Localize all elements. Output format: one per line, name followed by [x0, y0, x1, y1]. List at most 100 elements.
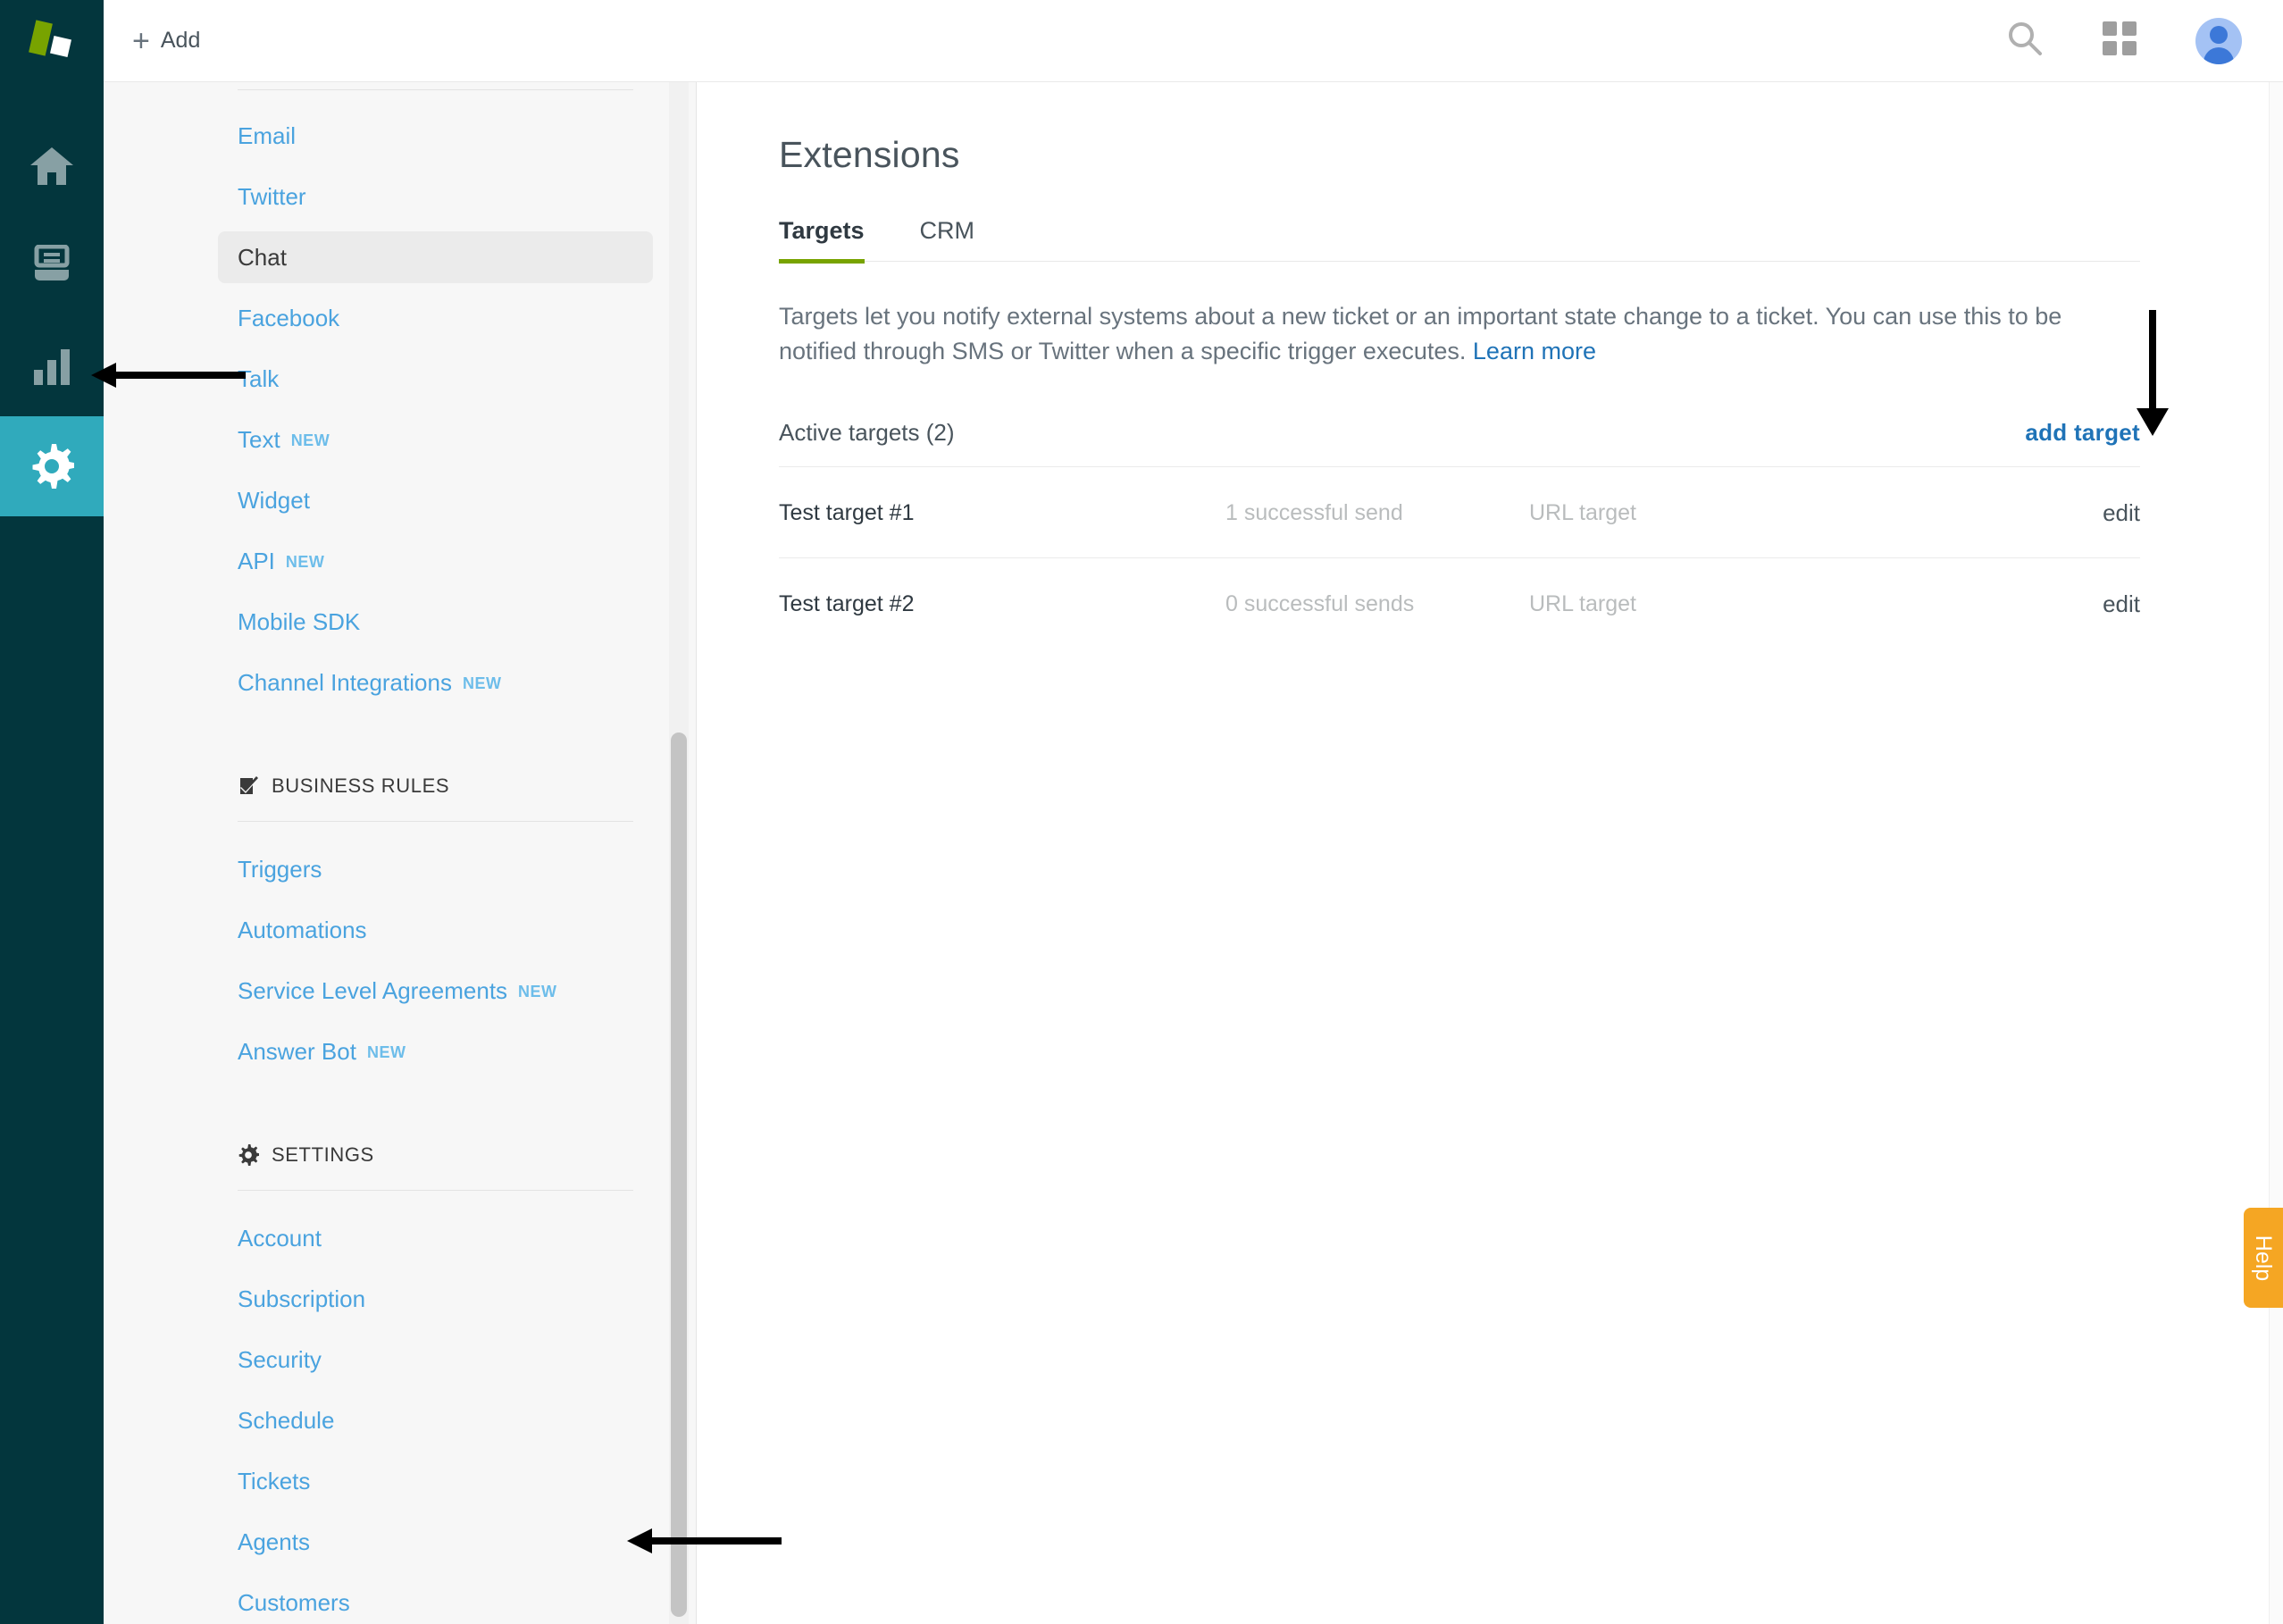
- sidebar-item-label: Channel Integrations: [238, 669, 452, 696]
- admin-gear-icon: [29, 444, 74, 489]
- target-sends: 0 successful sends: [1225, 558, 1529, 649]
- sidebar-item-label: Mobile SDK: [238, 608, 360, 635]
- description-text: Targets let you notify external systems …: [779, 303, 2061, 364]
- sidebar-item-label: Facebook: [238, 305, 339, 331]
- settings-divider: [238, 1190, 633, 1191]
- sidebar-item-customers[interactable]: Customers: [218, 1577, 653, 1624]
- sidebar-item-widget[interactable]: Widget: [218, 474, 653, 526]
- sidebar-item-chat[interactable]: Chat: [218, 231, 653, 283]
- brand-logo[interactable]: [0, 0, 104, 82]
- sidebar-scrollbar-thumb[interactable]: [671, 732, 687, 1617]
- active-targets-count: Active targets (2): [779, 419, 955, 447]
- settings-list: Account Subscription Security Schedule T…: [238, 1212, 633, 1624]
- sidebar-item-label: Widget: [238, 487, 310, 514]
- page-scrollbar[interactable]: [2269, 82, 2283, 1624]
- edit-link[interactable]: edit: [2103, 499, 2140, 526]
- section-header-label: BUSINESS RULES: [272, 774, 449, 798]
- tab-crm[interactable]: CRM: [920, 217, 975, 264]
- section-header-business-rules: BUSINESS RULES: [238, 774, 633, 798]
- sidebar-item-schedule[interactable]: Schedule: [218, 1394, 653, 1446]
- sidebar-item-label: Agents: [238, 1528, 310, 1555]
- sidebar-item-label: Automations: [238, 917, 367, 943]
- channels-list: Email Twitter Chat Facebook Talk TextNEW…: [238, 110, 633, 708]
- target-edit-cell: edit: [1982, 467, 2140, 558]
- sidebar-item-security[interactable]: Security: [218, 1334, 653, 1385]
- user-avatar[interactable]: [2195, 18, 2242, 64]
- sidebar-item-label: Answer Bot: [238, 1038, 356, 1065]
- top-bar-actions: [2006, 18, 2242, 64]
- target-sends: 1 successful send: [1225, 467, 1529, 558]
- table-row[interactable]: Test target #2 0 successful sends URL ta…: [779, 558, 2140, 649]
- sidebar-item-triggers[interactable]: Triggers: [218, 843, 653, 895]
- plus-icon: +: [132, 26, 150, 56]
- search-icon[interactable]: [2006, 20, 2044, 62]
- sidebar-item-label: Customers: [238, 1589, 350, 1616]
- add-target-link[interactable]: add target: [2025, 419, 2140, 447]
- learn-more-link[interactable]: Learn more: [1473, 338, 1596, 364]
- gear-icon: [238, 1144, 259, 1166]
- rail-item-home[interactable]: [0, 116, 104, 216]
- sidebar-item-label: Schedule: [238, 1407, 334, 1434]
- badge-new: NEW: [291, 431, 330, 449]
- sidebar-item-label: Talk: [238, 365, 279, 392]
- rail-item-views[interactable]: [0, 216, 104, 316]
- section-header-label: SETTINGS: [272, 1143, 374, 1167]
- tab-bar: Targets CRM: [779, 217, 2140, 262]
- sidebar-item-label: Tickets: [238, 1468, 310, 1494]
- sidebar-item-api[interactable]: APINEW: [218, 535, 653, 587]
- add-button[interactable]: + Add: [132, 26, 200, 56]
- help-label: Help: [2251, 1235, 2277, 1280]
- target-edit-cell: edit: [1982, 558, 2140, 649]
- add-button-label: Add: [161, 28, 200, 54]
- reporting-icon: [30, 347, 73, 386]
- sidebar-item-subscription[interactable]: Subscription: [218, 1273, 653, 1325]
- badge-new: NEW: [286, 553, 325, 571]
- rail-item-list: [0, 82, 104, 516]
- target-type: URL target: [1529, 467, 1982, 558]
- help-tab-button[interactable]: Help: [2244, 1208, 2283, 1308]
- sidebar-item-mobile-sdk[interactable]: Mobile SDK: [218, 596, 653, 648]
- table-row[interactable]: Test target #1 1 successful send URL tar…: [779, 467, 2140, 558]
- sidebar-item-email[interactable]: Email: [218, 110, 653, 162]
- sidebar-item-slas[interactable]: Service Level AgreementsNEW: [218, 965, 653, 1017]
- business-rules-divider: [238, 821, 633, 822]
- sidebar-item-facebook[interactable]: Facebook: [218, 292, 653, 344]
- sidebar-item-automations[interactable]: Automations: [218, 904, 653, 956]
- check-square-icon: [238, 775, 259, 797]
- sidebar-item-agents[interactable]: Agents: [218, 1516, 653, 1568]
- badge-new: NEW: [367, 1043, 406, 1061]
- sidebar-item-label: Security: [238, 1346, 322, 1373]
- home-icon: [29, 146, 75, 187]
- rail-item-admin[interactable]: [0, 416, 104, 516]
- section-header-settings: SETTINGS: [238, 1143, 633, 1167]
- sidebar-item-label: Subscription: [238, 1285, 365, 1312]
- sidebar-item-label: Email: [238, 122, 296, 149]
- tab-targets[interactable]: Targets: [779, 217, 865, 264]
- sidebar-item-answer-bot[interactable]: Answer Bot NEW: [218, 1025, 653, 1077]
- rail-item-reporting[interactable]: [0, 316, 104, 416]
- sidebar-item-label: Triggers: [238, 856, 322, 883]
- sidebar-item-label: Chat: [238, 244, 287, 271]
- sidebar-item-twitter[interactable]: Twitter: [218, 171, 653, 222]
- target-type: URL target: [1529, 558, 1982, 649]
- sidebar-item-talk[interactable]: Talk: [218, 353, 653, 405]
- targets-table: Test target #1 1 successful send URL tar…: [779, 466, 2140, 649]
- settings-sidebar: Email Twitter Chat Facebook Talk TextNEW…: [104, 0, 697, 1624]
- sidebar-item-account[interactable]: Account: [218, 1212, 653, 1264]
- zendesk-logo-icon: [29, 21, 75, 61]
- app-root: Email Twitter Chat Facebook Talk TextNEW…: [0, 0, 2283, 1624]
- sidebar-item-label: Account: [238, 1225, 322, 1251]
- sidebar-item-channel-integrations[interactable]: Channel Integrations NEW: [218, 657, 653, 708]
- settings-sidebar-scroll[interactable]: Email Twitter Chat Facebook Talk TextNEW…: [104, 82, 696, 1624]
- target-name: Test target #2: [779, 558, 1225, 649]
- sidebar-item-tickets[interactable]: Tickets: [218, 1455, 653, 1507]
- page-title: Extensions: [779, 134, 2140, 176]
- apps-grid-icon[interactable]: [2103, 21, 2137, 60]
- edit-link[interactable]: edit: [2103, 590, 2140, 617]
- targets-description: Targets let you notify external systems …: [779, 299, 2128, 369]
- top-bar: + Add: [104, 0, 2283, 82]
- sidebar-item-text[interactable]: TextNEW: [218, 414, 653, 465]
- views-icon: [30, 245, 73, 288]
- primary-nav-rail: [0, 0, 104, 1624]
- badge-new: NEW: [463, 674, 502, 692]
